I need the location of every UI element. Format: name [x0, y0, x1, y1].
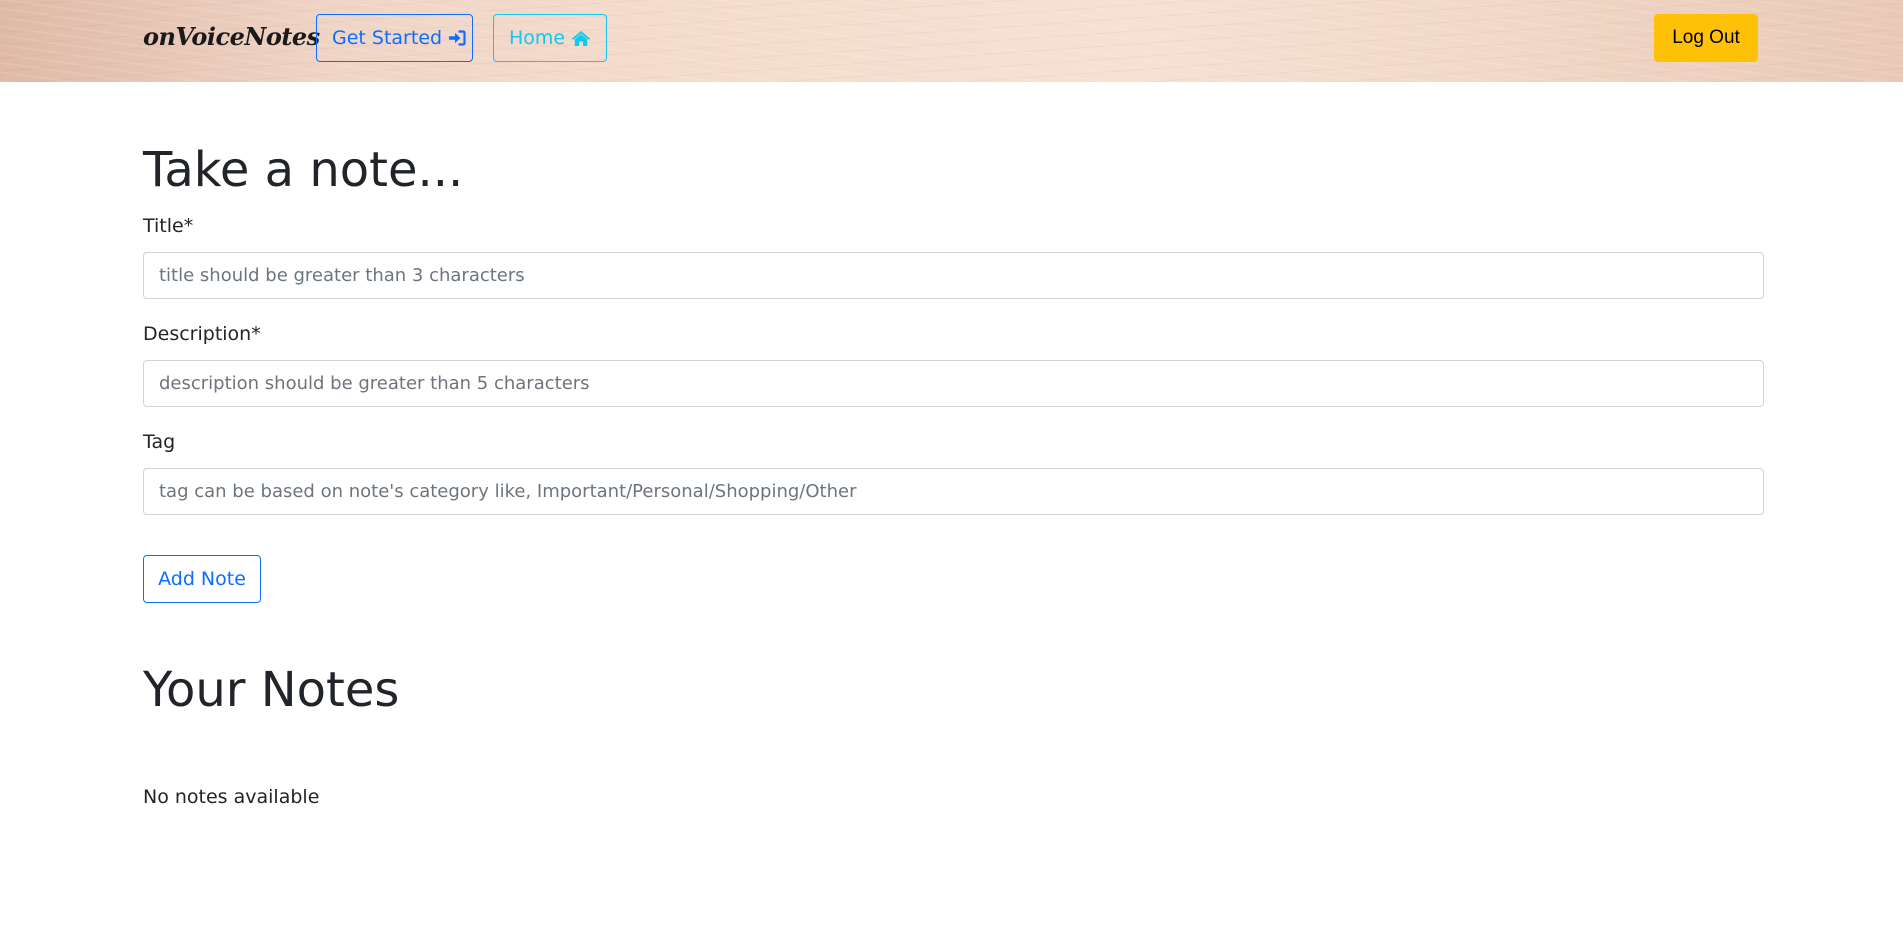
description-input[interactable]: [143, 360, 1764, 407]
home-icon: [571, 30, 591, 47]
brand-logo[interactable]: onVoiceNotes: [143, 22, 320, 51]
get-started-label: Get Started: [332, 27, 443, 49]
empty-notes-message: No notes available: [143, 786, 320, 808]
sign-in-icon: [448, 30, 466, 46]
title-label: Title*: [143, 215, 194, 237]
get-started-button[interactable]: Get Started: [316, 14, 473, 62]
add-note-button[interactable]: Add Note: [143, 555, 261, 603]
tag-label: Tag: [143, 431, 176, 453]
tag-input[interactable]: [143, 468, 1764, 515]
navbar: onVoiceNotes Get Started Home Log Out: [0, 0, 1903, 82]
title-input[interactable]: [143, 252, 1764, 299]
page-title: Take a note...: [143, 142, 464, 198]
home-label: Home: [509, 27, 566, 49]
logout-button[interactable]: Log Out: [1654, 14, 1758, 62]
home-button[interactable]: Home: [493, 14, 607, 62]
description-label: Description*: [143, 323, 261, 345]
notes-heading: Your Notes: [143, 662, 400, 718]
